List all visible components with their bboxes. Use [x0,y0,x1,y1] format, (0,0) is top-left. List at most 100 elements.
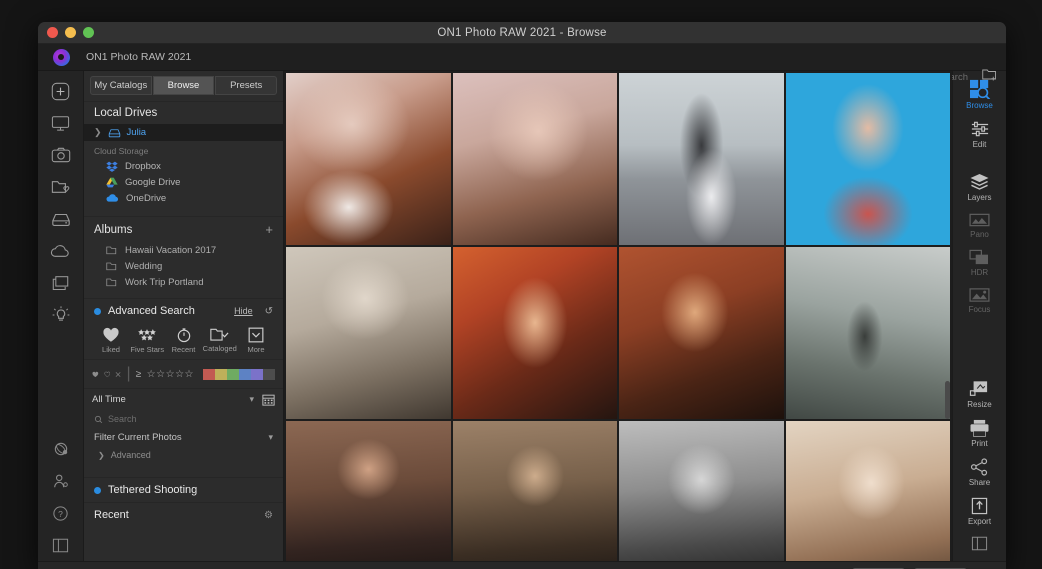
cloud-icon[interactable] [49,239,73,263]
scrollbar-thumb[interactable] [945,381,950,419]
heart-filled-icon[interactable] [92,369,99,380]
local-drives-title: Local Drives [94,107,158,119]
tab-browse[interactable]: Browse [152,76,215,95]
module-label: HDR [970,268,989,277]
monitor-icon[interactable] [49,111,73,135]
module-resize[interactable]: Resize [967,380,992,409]
color-label-yellow[interactable] [215,368,227,380]
rating-operator[interactable]: ≥ [136,369,142,380]
tethered-shooting-header[interactable]: Tethered Shooting [84,477,283,502]
module-browse[interactable]: Browse [966,79,993,110]
quick-filter-more[interactable]: More [239,327,273,354]
module-label: Pano [970,230,989,239]
photo-thumbnail-6[interactable] [619,247,784,419]
folder-favorite-icon[interactable] [49,175,73,199]
rating-stars[interactable]: ☆☆☆☆☆ [147,369,194,380]
sidebar-item-onedrive[interactable]: OneDrive [84,190,283,206]
filter-label: Five Stars [130,345,165,354]
photo-thumbnail-0[interactable] [286,73,451,245]
sidebar-item-google-drive[interactable]: Google Drive [84,174,283,190]
reset-icon[interactable]: ↺ [265,306,273,317]
photo-thumbnail-8[interactable] [286,421,451,561]
quick-filter-recent[interactable]: Recent [167,327,201,354]
tab-presets[interactable]: Presets [215,76,278,95]
atom-settings-icon[interactable] [49,437,73,461]
module-share[interactable]: Share [969,458,990,487]
quick-filter-liked[interactable]: Liked [94,327,128,354]
photo-thumbnail-5[interactable] [452,247,617,419]
sidebar-item-album-hawaii[interactable]: Hawaii Vacation 2017 [84,242,283,258]
add-icon[interactable] [49,79,73,103]
chevron-right-icon[interactable]: ❯ [94,127,102,138]
photo-thumbnail-10[interactable] [619,421,784,561]
five-stars-icon [138,329,157,341]
photo-thumbnail-7[interactable] [785,247,950,419]
tab-my-catalogs[interactable]: My Catalogs [90,76,152,95]
hard-drive-icon[interactable] [49,207,73,231]
heart-outline-icon[interactable] [104,369,111,380]
photo-thumbnail-3[interactable] [785,73,950,245]
new-folder-icon[interactable] [982,68,997,81]
photo-thumbnail-4[interactable] [286,247,451,419]
calendar-icon[interactable] [262,393,275,406]
quick-filter-cataloged[interactable]: Cataloged [203,327,237,354]
local-drives-header: Local Drives [84,101,283,124]
advanced-search-header[interactable]: Advanced Search Hide ↺ [84,298,283,323]
status-dot [94,486,101,494]
module-print[interactable]: Print [969,419,990,448]
module-label: Print [971,439,988,448]
filter-label: More [247,345,265,354]
album-label: Wedding [125,260,163,272]
sidebar-search-field[interactable]: Search [84,410,283,428]
module-label: Export [967,517,992,526]
sidebar-item-album-work-trip[interactable]: Work Trip Portland [84,274,283,290]
photo-thumbnail-11[interactable] [785,421,950,561]
color-label-blue[interactable] [239,368,251,380]
rating-color-filter-row: | ≥ ☆☆☆☆☆ [84,359,283,388]
time-filter-select[interactable]: All Time ▾ [84,388,283,410]
color-label-red[interactable] [203,368,215,380]
lightbulb-icon[interactable] [49,303,73,327]
account-icon[interactable] [49,469,73,493]
sidebar-search-input[interactable]: Search [108,414,137,424]
module-pano[interactable]: Pano [969,212,990,239]
dropbox-icon [106,161,118,172]
cloud-label: Dropbox [125,160,161,172]
sidebar-item-album-wedding[interactable]: Wedding [84,258,283,274]
reject-x-icon[interactable] [115,369,121,380]
filter-current-photos-select[interactable]: Filter Current Photos ▾ [84,428,283,447]
color-label-none[interactable] [263,368,275,380]
heart-filled-icon [103,327,119,342]
module-focus[interactable]: Focus [969,287,990,314]
color-label-purple[interactable] [251,368,263,380]
photo-thumbnail-9[interactable] [452,421,617,561]
module-edit[interactable]: Edit [970,120,990,149]
chevron-down-icon[interactable]: ▾ [268,432,273,443]
panel-toggle-icon[interactable] [49,533,73,557]
color-label-green[interactable] [227,368,239,380]
sidebar-item-dropbox[interactable]: Dropbox [84,158,283,174]
module-layers[interactable]: Layers [967,173,992,202]
gear-icon[interactable]: ⚙ [264,510,273,521]
module-export[interactable]: Export [968,497,991,526]
chevron-right-icon[interactable]: ❯ [98,451,105,460]
panel-toggle-icon[interactable] [971,536,988,551]
chevron-down-icon[interactable]: ▾ [249,394,254,405]
quick-filter-five-stars[interactable]: Five Stars [130,327,164,354]
window-title: ON1 Photo RAW 2021 - Browse [437,26,607,39]
albums-header: Albums + [84,216,283,242]
advanced-filter-toggle[interactable]: ❯ Advanced [84,447,283,465]
photo-thumbnail-1[interactable] [452,73,617,245]
module-hdr[interactable]: HDR [969,249,990,277]
resize-icon [970,381,988,396]
plus-icon[interactable]: + [265,222,273,237]
photo-grid-area [284,71,952,561]
grid-scrollbar[interactable] [944,71,951,561]
hide-link[interactable]: Hide [234,306,253,316]
stack-icon[interactable] [49,271,73,295]
recent-header[interactable]: Recent ⚙ [84,502,283,527]
help-icon[interactable]: ? [49,501,73,525]
camera-icon[interactable] [49,143,73,167]
photo-thumbnail-2[interactable] [619,73,784,245]
sidebar-item-drive-julia[interactable]: ❯ Julia [84,124,283,141]
